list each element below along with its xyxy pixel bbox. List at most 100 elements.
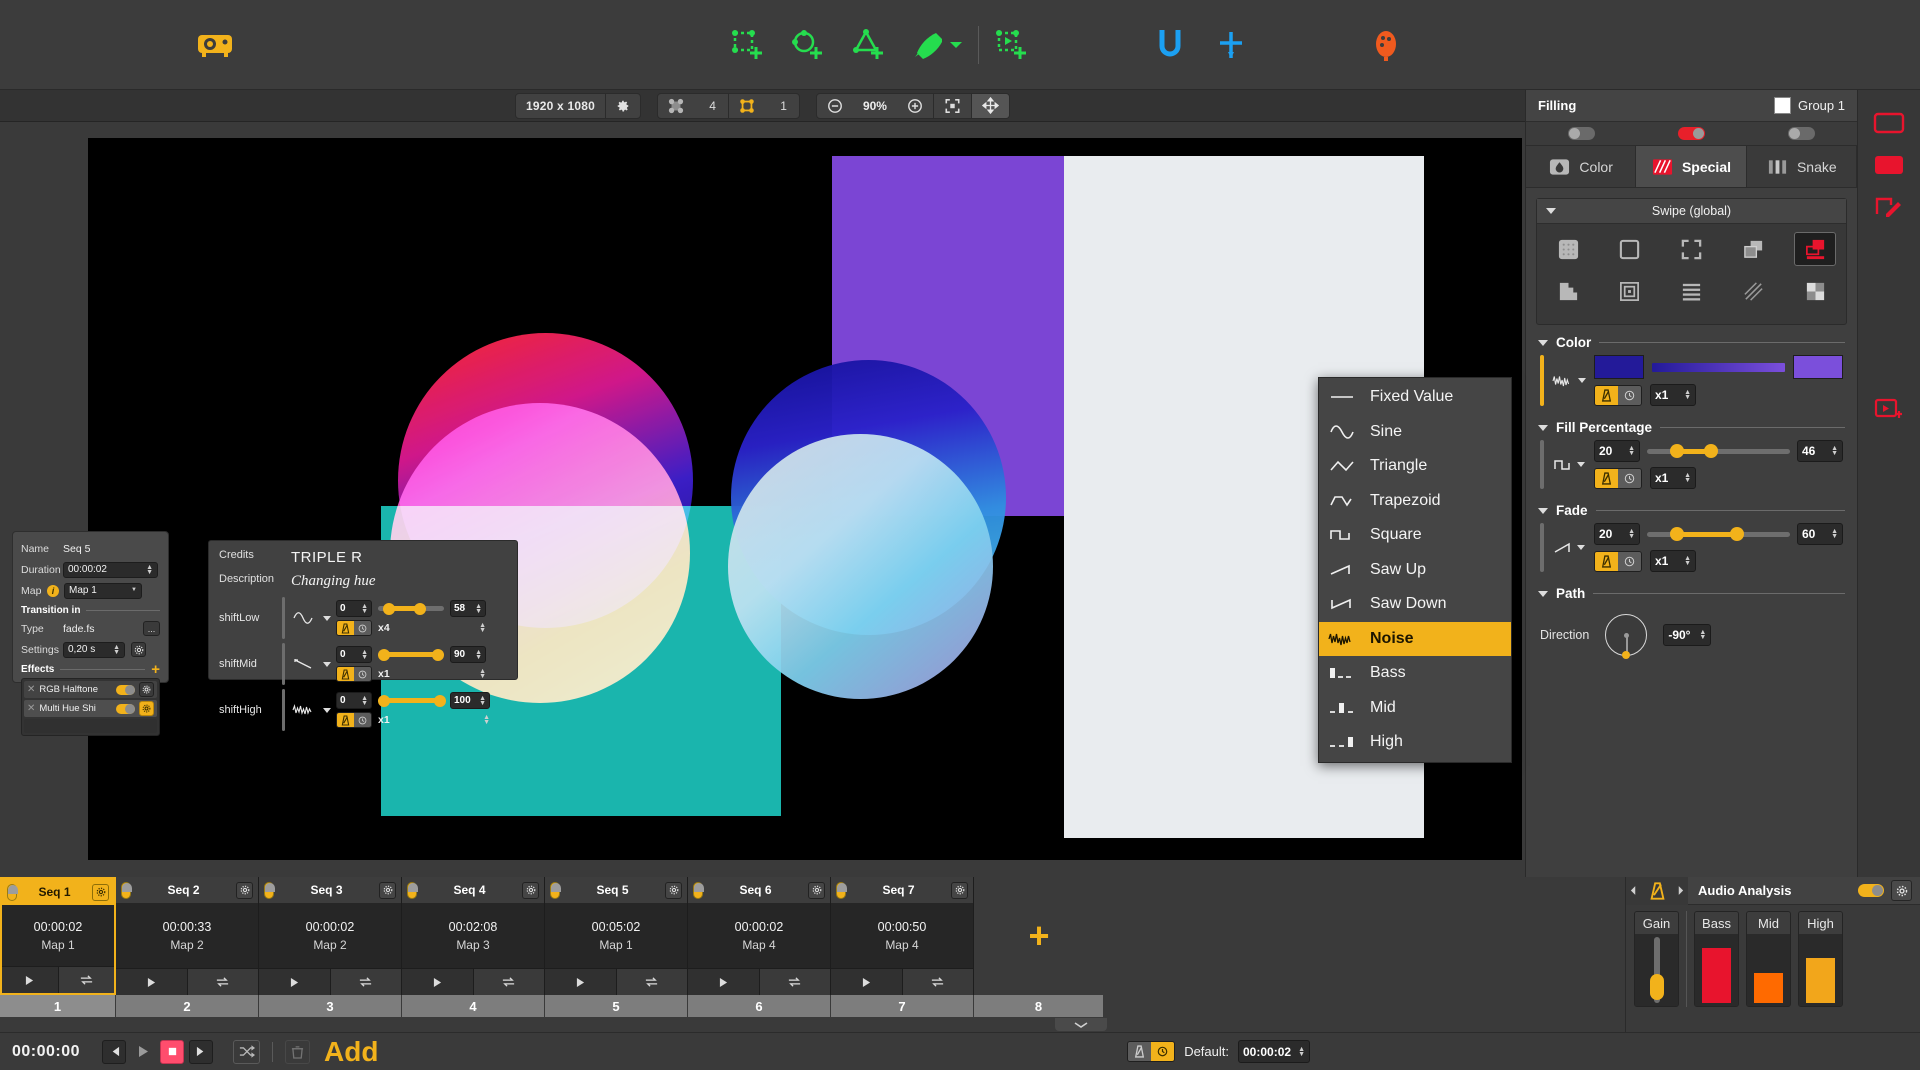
stepper[interactable]: ▲ ▼ (479, 695, 486, 707)
lines-icon[interactable] (1671, 274, 1713, 308)
sequence-settings-button[interactable] (379, 881, 396, 899)
effect-settings-button[interactable] (139, 701, 154, 716)
checker-icon[interactable] (1794, 274, 1836, 308)
audio-enable-toggle[interactable] (1858, 884, 1884, 897)
canvas-area[interactable] (0, 122, 1525, 877)
metronome-icon[interactable] (1595, 468, 1618, 488)
stepper[interactable]: ▲ ▼ (1684, 472, 1691, 484)
color-from-swatch[interactable] (1594, 355, 1644, 379)
stepper[interactable]: ▲ ▼ (1628, 445, 1635, 457)
sequence-body[interactable]: 00:00:50 Map 4 (831, 903, 973, 968)
slider-knob-low[interactable] (1669, 527, 1684, 541)
param-max-field[interactable]: 58 ▲ ▼ (450, 600, 486, 617)
effect-settings-button[interactable] (139, 682, 154, 697)
add-triangle-icon[interactable] (850, 27, 886, 63)
menu-item-mid[interactable]: Mid (1319, 691, 1511, 726)
dial-handle[interactable] (1622, 651, 1631, 659)
timeline-sequence[interactable]: Seq 3 00:00:02 Map 2 (259, 877, 402, 995)
menu-item-saw-down[interactable]: Saw Down (1319, 587, 1511, 622)
stepper[interactable]: ▲ ▼ (361, 603, 368, 615)
chevron-down-icon[interactable] (323, 615, 331, 621)
index-cell[interactable]: 3 (259, 995, 402, 1017)
menu-item-fixed-value[interactable]: Fixed Value (1319, 380, 1511, 415)
stepper[interactable]: ▲ ▼ (475, 649, 482, 661)
slider-knob-high[interactable] (1729, 527, 1744, 541)
collapse-triangle-icon[interactable] (1538, 507, 1548, 514)
selected-shapes-button[interactable] (729, 94, 765, 118)
multiplier-stepper[interactable]: ▲ ▼ (479, 622, 486, 634)
index-cell[interactable]: 1 (0, 995, 116, 1017)
saw-down-icon[interactable] (290, 658, 318, 670)
add-quad-icon[interactable] (729, 27, 765, 63)
special-mode-toggle[interactable] (1677, 127, 1705, 140)
delete-button[interactable] (285, 1039, 311, 1064)
square-icon[interactable] (1552, 440, 1586, 489)
outline-square-icon[interactable] (1609, 232, 1651, 266)
type-more-button[interactable]: ... (143, 621, 160, 636)
timeline-sequence[interactable]: Seq 2 00:00:33 Map 2 (116, 877, 259, 995)
metronome-icon[interactable] (1595, 551, 1618, 571)
sequence-play-button[interactable] (831, 969, 902, 995)
previous-button[interactable] (102, 1039, 127, 1064)
sequence-settings-button[interactable] (665, 881, 682, 899)
sequence-settings-button[interactable] (92, 883, 109, 901)
clock-icon[interactable] (1618, 385, 1641, 405)
add-button[interactable]: Add (324, 1037, 378, 1065)
clock-icon[interactable] (1618, 468, 1641, 488)
color-mode-button[interactable] (1594, 384, 1642, 406)
menu-item-saw-up[interactable]: Saw Up (1319, 553, 1511, 588)
group-selector[interactable]: Group 1 (1774, 97, 1845, 114)
remove-effect-icon[interactable]: ✕ (27, 703, 35, 714)
concentric-icon[interactable] (1609, 274, 1651, 308)
edit-shape-icon[interactable] (1869, 192, 1909, 222)
sequence-play-button[interactable] (2, 967, 58, 993)
color-multiplier-field[interactable]: x1 ▲ ▼ (1650, 384, 1696, 406)
menu-item-square[interactable]: Square (1319, 518, 1511, 553)
swipe-icon[interactable] (1794, 232, 1836, 266)
fill-range-slider[interactable] (1647, 443, 1790, 460)
color-gradient-preview[interactable] (1652, 362, 1785, 372)
sequence-body[interactable]: 00:00:02 Map 4 (688, 903, 830, 968)
fit-to-view-button[interactable] (934, 94, 971, 118)
fade-max-field[interactable]: 60 ▲ ▼ (1797, 523, 1843, 545)
collapse-triangle-icon[interactable] (1546, 208, 1556, 214)
toggle-cell[interactable] (1747, 127, 1857, 140)
duration-field[interactable]: 00:00:02 ▲ ▼ (63, 561, 158, 578)
fade-multiplier-field[interactable]: x1 ▲ ▼ (1650, 550, 1696, 572)
meter-gain[interactable]: Gain (1634, 911, 1679, 1007)
crosshair-icon[interactable] (1215, 29, 1247, 61)
menu-item-trapezoid[interactable]: Trapezoid (1319, 484, 1511, 519)
stairs-icon[interactable] (1547, 274, 1589, 308)
menu-item-sine[interactable]: Sine (1319, 415, 1511, 450)
multiplier-stepper[interactable]: ▲ ▼ (479, 668, 486, 680)
sequence-body[interactable]: 00:00:02 Map 2 (259, 903, 401, 968)
chevron-down-icon[interactable] (323, 707, 331, 713)
resolution-settings-button[interactable] (606, 94, 640, 118)
collapse-triangle-icon[interactable] (1538, 424, 1548, 431)
fade-min-field[interactable]: 20 ▲ ▼ (1594, 523, 1640, 545)
color-mode-toggle[interactable] (1567, 127, 1595, 140)
sequence-play-button[interactable] (116, 969, 187, 995)
sequence-loop-button[interactable] (758, 969, 830, 995)
snake-mode-toggle[interactable] (1788, 127, 1816, 140)
stepper[interactable]: ▲ ▼ (1298, 1046, 1305, 1058)
timeline-drag-handle[interactable] (1055, 1018, 1107, 1031)
dots-fill-icon[interactable] (1547, 232, 1589, 266)
param-max-field[interactable]: 90 ▲ ▼ (450, 646, 486, 663)
sequence-loop-button[interactable] (186, 969, 258, 995)
stepper[interactable]: ▲ ▼ (1684, 555, 1691, 567)
sequence-toggle[interactable] (836, 881, 847, 899)
meter-body[interactable] (1635, 934, 1678, 1006)
pen-tool-icon[interactable] (910, 29, 942, 61)
menu-item-triangle[interactable]: Triangle (1319, 449, 1511, 484)
sequence-play-button[interactable] (259, 969, 330, 995)
path-section-header[interactable]: Path (1526, 586, 1857, 601)
sine-icon[interactable] (290, 612, 318, 624)
stepper[interactable]: ▲ ▼ (1831, 528, 1838, 540)
fade-range-slider[interactable] (1647, 526, 1790, 543)
sequence-loop-button[interactable] (57, 967, 114, 993)
shape-count-group[interactable]: 4 1 (656, 92, 800, 119)
settings-gear-button[interactable] (131, 642, 146, 657)
sequence-loop-button[interactable] (329, 969, 401, 995)
stepper[interactable]: ▲ ▼ (1699, 629, 1706, 641)
